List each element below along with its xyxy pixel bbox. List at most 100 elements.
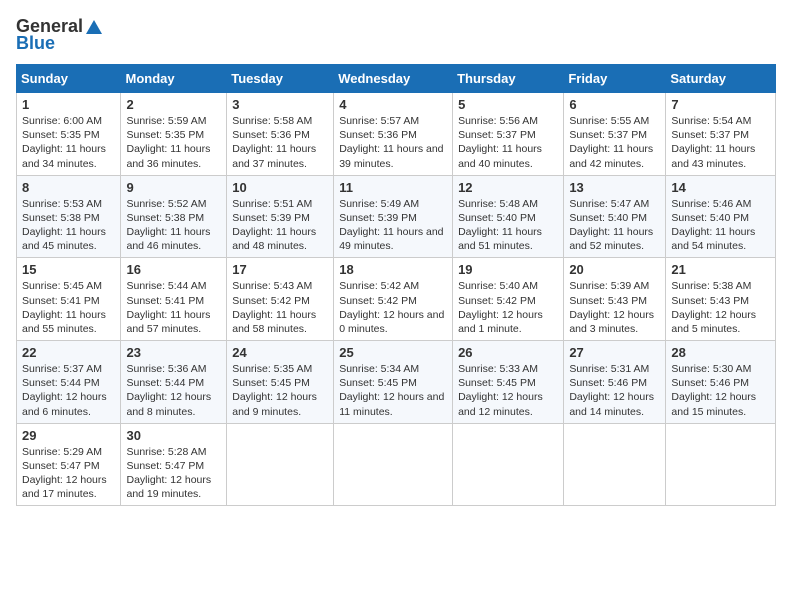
calendar-cell: 26 Sunrise: 5:33 AM Sunset: 5:45 PM Dayl… xyxy=(453,341,564,424)
day-info: Sunrise: 5:39 AM Sunset: 5:43 PM Dayligh… xyxy=(569,279,660,336)
day-info: Sunrise: 5:53 AM Sunset: 5:38 PM Dayligh… xyxy=(22,197,115,254)
day-info: Sunrise: 5:38 AM Sunset: 5:43 PM Dayligh… xyxy=(671,279,770,336)
day-info: Sunrise: 5:48 AM Sunset: 5:40 PM Dayligh… xyxy=(458,197,558,254)
day-number: 21 xyxy=(671,262,770,277)
day-info: Sunrise: 5:55 AM Sunset: 5:37 PM Dayligh… xyxy=(569,114,660,171)
day-info: Sunrise: 5:33 AM Sunset: 5:45 PM Dayligh… xyxy=(458,362,558,419)
day-info: Sunrise: 5:37 AM Sunset: 5:44 PM Dayligh… xyxy=(22,362,115,419)
day-number: 30 xyxy=(126,428,221,443)
calendar-cell: 15 Sunrise: 5:45 AM Sunset: 5:41 PM Dayl… xyxy=(17,258,121,341)
calendar-cell: 29 Sunrise: 5:29 AM Sunset: 5:47 PM Dayl… xyxy=(17,423,121,506)
day-info: Sunrise: 5:42 AM Sunset: 5:42 PM Dayligh… xyxy=(339,279,447,336)
day-info: Sunrise: 5:54 AM Sunset: 5:37 PM Dayligh… xyxy=(671,114,770,171)
calendar-cell: 9 Sunrise: 5:52 AM Sunset: 5:38 PM Dayli… xyxy=(121,175,227,258)
calendar-cell: 20 Sunrise: 5:39 AM Sunset: 5:43 PM Dayl… xyxy=(564,258,666,341)
day-info: Sunrise: 5:29 AM Sunset: 5:47 PM Dayligh… xyxy=(22,445,115,502)
weekday-header-monday: Monday xyxy=(121,65,227,93)
calendar-cell: 14 Sunrise: 5:46 AM Sunset: 5:40 PM Dayl… xyxy=(666,175,776,258)
day-info: Sunrise: 5:43 AM Sunset: 5:42 PM Dayligh… xyxy=(232,279,328,336)
calendar-cell: 21 Sunrise: 5:38 AM Sunset: 5:43 PM Dayl… xyxy=(666,258,776,341)
day-number: 19 xyxy=(458,262,558,277)
day-number: 9 xyxy=(126,180,221,195)
day-number: 20 xyxy=(569,262,660,277)
day-info: Sunrise: 5:58 AM Sunset: 5:36 PM Dayligh… xyxy=(232,114,328,171)
day-number: 11 xyxy=(339,180,447,195)
calendar-cell: 24 Sunrise: 5:35 AM Sunset: 5:45 PM Dayl… xyxy=(227,341,334,424)
day-info: Sunrise: 5:28 AM Sunset: 5:47 PM Dayligh… xyxy=(126,445,221,502)
day-info: Sunrise: 5:35 AM Sunset: 5:45 PM Dayligh… xyxy=(232,362,328,419)
day-number: 28 xyxy=(671,345,770,360)
day-info: Sunrise: 5:40 AM Sunset: 5:42 PM Dayligh… xyxy=(458,279,558,336)
day-number: 10 xyxy=(232,180,328,195)
day-number: 26 xyxy=(458,345,558,360)
weekday-header-thursday: Thursday xyxy=(453,65,564,93)
calendar-cell: 3 Sunrise: 5:58 AM Sunset: 5:36 PM Dayli… xyxy=(227,93,334,176)
logo-icon xyxy=(85,18,103,36)
weekday-header-sunday: Sunday xyxy=(17,65,121,93)
calendar-cell: 10 Sunrise: 5:51 AM Sunset: 5:39 PM Dayl… xyxy=(227,175,334,258)
calendar-cell xyxy=(666,423,776,506)
day-number: 23 xyxy=(126,345,221,360)
calendar-cell: 13 Sunrise: 5:47 AM Sunset: 5:40 PM Dayl… xyxy=(564,175,666,258)
day-number: 7 xyxy=(671,97,770,112)
day-info: Sunrise: 5:56 AM Sunset: 5:37 PM Dayligh… xyxy=(458,114,558,171)
calendar-cell: 6 Sunrise: 5:55 AM Sunset: 5:37 PM Dayli… xyxy=(564,93,666,176)
calendar-cell: 18 Sunrise: 5:42 AM Sunset: 5:42 PM Dayl… xyxy=(334,258,453,341)
day-number: 16 xyxy=(126,262,221,277)
calendar-cell: 12 Sunrise: 5:48 AM Sunset: 5:40 PM Dayl… xyxy=(453,175,564,258)
day-number: 1 xyxy=(22,97,115,112)
calendar-cell: 11 Sunrise: 5:49 AM Sunset: 5:39 PM Dayl… xyxy=(334,175,453,258)
calendar-cell: 7 Sunrise: 5:54 AM Sunset: 5:37 PM Dayli… xyxy=(666,93,776,176)
day-number: 12 xyxy=(458,180,558,195)
day-info: Sunrise: 5:45 AM Sunset: 5:41 PM Dayligh… xyxy=(22,279,115,336)
day-number: 6 xyxy=(569,97,660,112)
day-info: Sunrise: 5:44 AM Sunset: 5:41 PM Dayligh… xyxy=(126,279,221,336)
weekday-header-tuesday: Tuesday xyxy=(227,65,334,93)
day-number: 29 xyxy=(22,428,115,443)
day-number: 3 xyxy=(232,97,328,112)
day-info: Sunrise: 5:47 AM Sunset: 5:40 PM Dayligh… xyxy=(569,197,660,254)
day-info: Sunrise: 5:51 AM Sunset: 5:39 PM Dayligh… xyxy=(232,197,328,254)
calendar-cell: 25 Sunrise: 5:34 AM Sunset: 5:45 PM Dayl… xyxy=(334,341,453,424)
day-info: Sunrise: 5:52 AM Sunset: 5:38 PM Dayligh… xyxy=(126,197,221,254)
day-number: 24 xyxy=(232,345,328,360)
calendar-table: SundayMondayTuesdayWednesdayThursdayFrid… xyxy=(16,64,776,506)
day-number: 8 xyxy=(22,180,115,195)
calendar-cell: 23 Sunrise: 5:36 AM Sunset: 5:44 PM Dayl… xyxy=(121,341,227,424)
day-info: Sunrise: 5:30 AM Sunset: 5:46 PM Dayligh… xyxy=(671,362,770,419)
day-info: Sunrise: 5:57 AM Sunset: 5:36 PM Dayligh… xyxy=(339,114,447,171)
day-info: Sunrise: 5:49 AM Sunset: 5:39 PM Dayligh… xyxy=(339,197,447,254)
day-number: 5 xyxy=(458,97,558,112)
day-number: 27 xyxy=(569,345,660,360)
day-info: Sunrise: 5:36 AM Sunset: 5:44 PM Dayligh… xyxy=(126,362,221,419)
logo-blue-text: Blue xyxy=(16,33,55,54)
day-info: Sunrise: 5:31 AM Sunset: 5:46 PM Dayligh… xyxy=(569,362,660,419)
day-info: Sunrise: 5:34 AM Sunset: 5:45 PM Dayligh… xyxy=(339,362,447,419)
calendar-cell: 5 Sunrise: 5:56 AM Sunset: 5:37 PM Dayli… xyxy=(453,93,564,176)
day-number: 17 xyxy=(232,262,328,277)
day-info: Sunrise: 5:59 AM Sunset: 5:35 PM Dayligh… xyxy=(126,114,221,171)
calendar-cell xyxy=(334,423,453,506)
calendar-cell xyxy=(227,423,334,506)
calendar-cell: 27 Sunrise: 5:31 AM Sunset: 5:46 PM Dayl… xyxy=(564,341,666,424)
weekday-header-saturday: Saturday xyxy=(666,65,776,93)
calendar-cell: 17 Sunrise: 5:43 AM Sunset: 5:42 PM Dayl… xyxy=(227,258,334,341)
calendar-cell: 19 Sunrise: 5:40 AM Sunset: 5:42 PM Dayl… xyxy=(453,258,564,341)
day-number: 13 xyxy=(569,180,660,195)
calendar-cell xyxy=(453,423,564,506)
calendar-cell: 1 Sunrise: 6:00 AM Sunset: 5:35 PM Dayli… xyxy=(17,93,121,176)
weekday-header-friday: Friday xyxy=(564,65,666,93)
calendar-cell: 8 Sunrise: 5:53 AM Sunset: 5:38 PM Dayli… xyxy=(17,175,121,258)
calendar-cell xyxy=(564,423,666,506)
calendar-cell: 22 Sunrise: 5:37 AM Sunset: 5:44 PM Dayl… xyxy=(17,341,121,424)
day-number: 15 xyxy=(22,262,115,277)
calendar-cell: 4 Sunrise: 5:57 AM Sunset: 5:36 PM Dayli… xyxy=(334,93,453,176)
day-number: 25 xyxy=(339,345,447,360)
day-info: Sunrise: 6:00 AM Sunset: 5:35 PM Dayligh… xyxy=(22,114,115,171)
calendar-cell: 2 Sunrise: 5:59 AM Sunset: 5:35 PM Dayli… xyxy=(121,93,227,176)
weekday-header-wednesday: Wednesday xyxy=(334,65,453,93)
page-header: General Blue xyxy=(16,16,776,54)
calendar-cell: 28 Sunrise: 5:30 AM Sunset: 5:46 PM Dayl… xyxy=(666,341,776,424)
day-number: 14 xyxy=(671,180,770,195)
day-number: 18 xyxy=(339,262,447,277)
